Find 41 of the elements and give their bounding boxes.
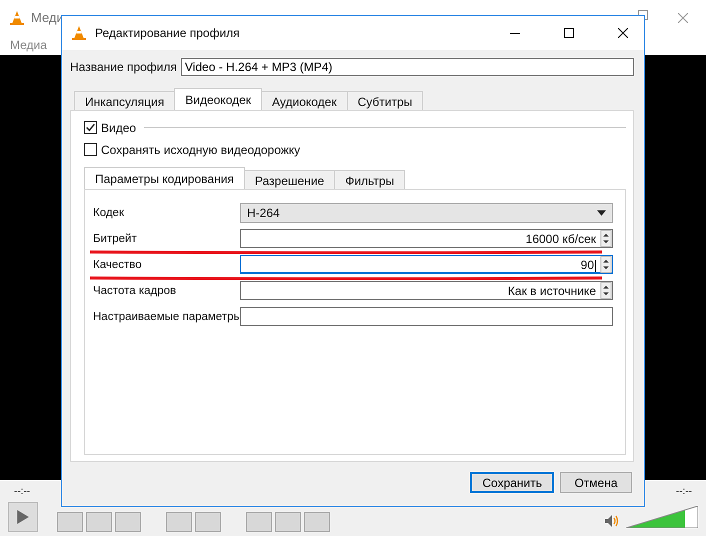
play-button[interactable] (8, 502, 38, 532)
spin-box[interactable]: 16000 кб/сек (240, 229, 613, 248)
spin-box[interactable]: Как в источнике (240, 281, 613, 300)
input-field[interactable] (240, 307, 613, 326)
tab[interactable]: Параметры кодирования (84, 166, 245, 189)
cancel-button[interactable]: Отмена (560, 472, 632, 493)
codec-dropdown[interactable]: H-264 (240, 202, 613, 223)
spin-arrows-icon (600, 256, 612, 274)
elapsed-time: --:-- (14, 486, 30, 496)
tab[interactable]: Фильтры (334, 170, 406, 189)
save-button[interactable]: Сохранить (470, 472, 554, 493)
tab[interactable]: Разрешение (244, 170, 336, 189)
tab[interactable]: Инкапсуляция (74, 91, 176, 110)
volume-slider[interactable] (626, 506, 698, 528)
checkbox-label: Сохранять исходную видеодорожку (101, 142, 300, 157)
profile-name-label: Название профиля (70, 60, 177, 74)
close-icon[interactable] (618, 28, 628, 38)
traffic-cone-icon (9, 10, 25, 26)
dialog-title: Редактирование профиля (95, 26, 240, 40)
profile-name-field[interactable]: Video - H.264 + MP3 (MP4) (180, 58, 634, 76)
checkbox-label: Видео (101, 120, 136, 135)
checkbox[interactable] (84, 143, 97, 156)
traffic-cone-icon (71, 25, 87, 41)
field-label: Кодек (93, 206, 125, 219)
spin-arrows-icon (600, 230, 612, 248)
field-label: Качество (93, 258, 143, 271)
tab[interactable]: Аудиокодек (261, 91, 348, 110)
speaker-icon (605, 515, 619, 527)
field-label: Битрейт (93, 232, 138, 245)
play-icon (17, 510, 29, 524)
menu-item[interactable]: Медиа (10, 38, 47, 52)
field-label: Настраиваемые параметры (93, 310, 240, 323)
caret-icon (597, 210, 606, 216)
tab[interactable]: Субтитры (346, 91, 424, 110)
field-label: Частота кадров (93, 284, 178, 297)
checkbox[interactable] (84, 121, 97, 134)
maximize-icon[interactable] (564, 28, 574, 38)
total-time: --:-- (676, 486, 692, 496)
spin-arrows-icon (600, 282, 612, 300)
spin-box[interactable]: 90 (240, 255, 613, 274)
tab[interactable]: Видеокодек (174, 88, 262, 110)
